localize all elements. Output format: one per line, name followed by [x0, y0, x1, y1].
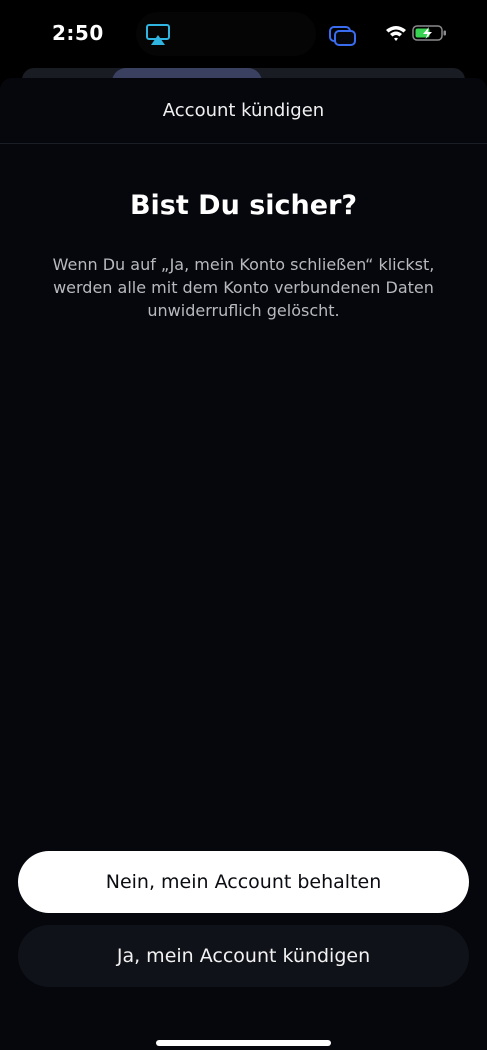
home-indicator[interactable]: [156, 1040, 331, 1046]
warning-text: Wenn Du auf „Ja, mein Konto schließen“ k…: [52, 255, 435, 320]
battery-charging-icon: [412, 24, 448, 42]
screen-mirror-icon: [328, 25, 358, 47]
status-bar: 2:50: [0, 0, 487, 70]
airplay-icon: [146, 24, 170, 46]
screen: 2:50 Account kündigen Bist Du sicher? We…: [0, 0, 487, 1050]
sheet-title: Account kündigen: [162, 100, 325, 121]
wifi-icon: [385, 24, 407, 42]
sheet-header: Account kündigen: [0, 78, 487, 144]
keep-account-button[interactable]: Nein, mein Account behalten: [18, 851, 469, 913]
confirm-heading: Bist Du sicher?: [129, 190, 358, 221]
status-time: 2:50: [52, 21, 104, 45]
confirm-cancel-sheet: Account kündigen Bist Du sicher? Wenn Du…: [0, 78, 487, 1050]
cancel-account-button[interactable]: Ja, mein Account kündigen: [18, 925, 469, 987]
